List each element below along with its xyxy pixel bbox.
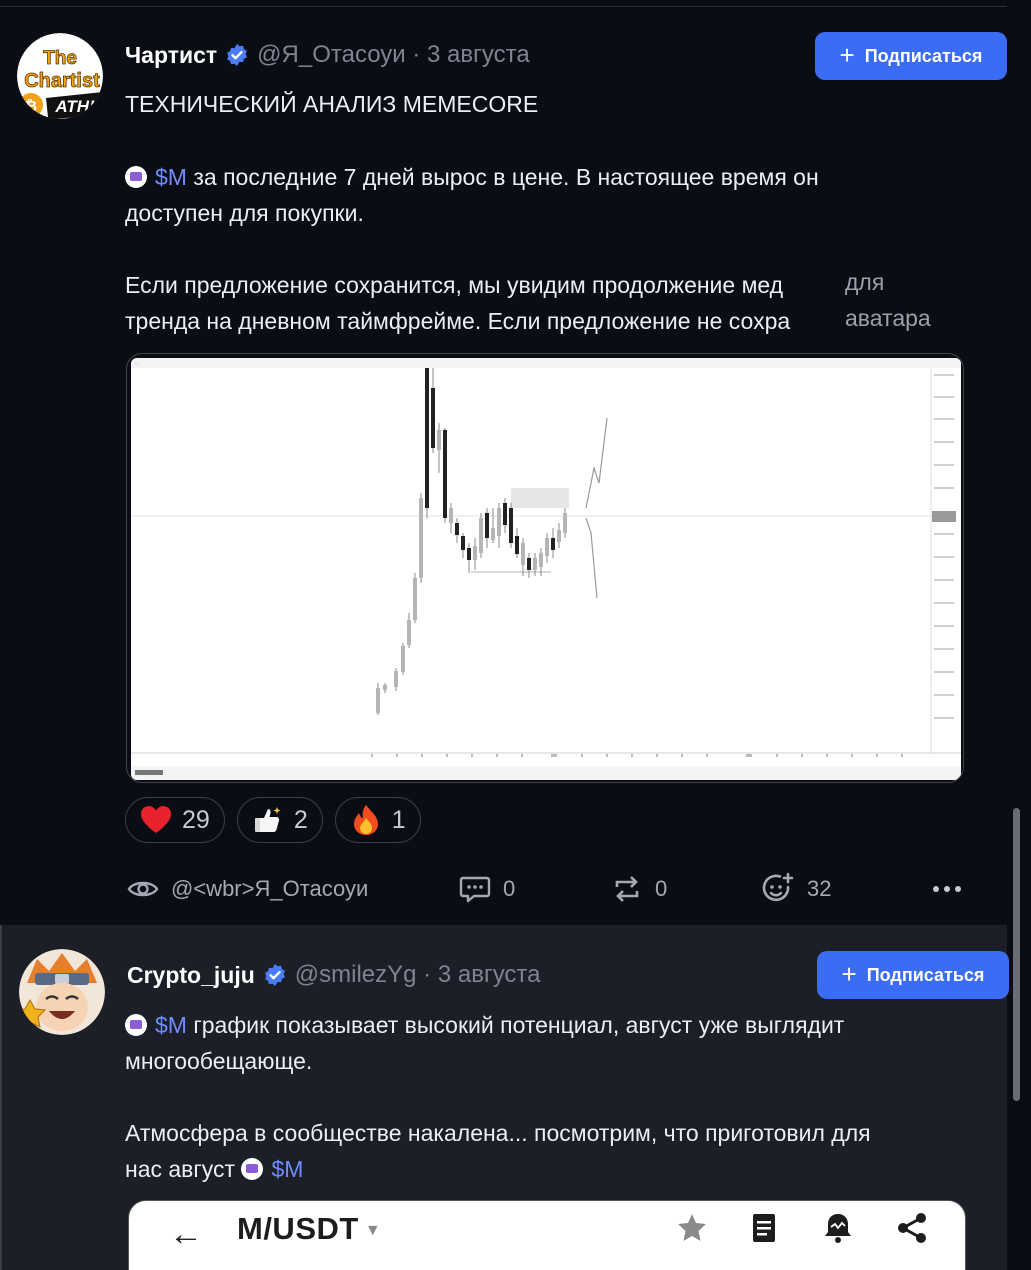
ticker-link[interactable]: $M xyxy=(155,164,187,190)
post-paragraph-2: Если предложение сохранится, мы увидим п… xyxy=(125,272,784,298)
post-paragraph-1-line-2: доступен для покупки. xyxy=(125,200,364,226)
star-icon xyxy=(678,1214,706,1241)
post-title: ТЕХНИЧЕСКИЙ АНАЛИЗ MEMECORE xyxy=(125,91,539,117)
coin-icon xyxy=(125,166,147,188)
coin-icon xyxy=(125,1014,147,1036)
svg-text:₿: ₿ xyxy=(25,97,37,115)
avatar[interactable] xyxy=(19,949,105,1035)
post-header: Crypto_juju @smilezYg · 3 августа xyxy=(127,957,541,993)
post-paragraph-2-line-2: нас август $M xyxy=(125,1156,304,1182)
post-chartist: The Chartist ₿ ATH! Чартист @Я_Отасоуи ·… xyxy=(0,7,1007,925)
ticker-link[interactable]: $M xyxy=(155,1012,187,1038)
scrollbar[interactable] xyxy=(1013,808,1020,1101)
add-reaction-action[interactable]: 32 xyxy=(761,869,831,909)
coin-icon xyxy=(241,1158,264,1180)
follow-button[interactable]: + Подписаться xyxy=(815,32,1007,80)
comment-action[interactable]: 0 xyxy=(459,869,515,909)
follow-button-label: Подписаться xyxy=(866,964,985,985)
svg-text:⋯: ⋯ xyxy=(135,361,139,366)
add-emoji-icon xyxy=(762,872,794,902)
eye-icon xyxy=(127,881,159,897)
repost-icon xyxy=(615,876,639,902)
alert-bell-icon xyxy=(825,1214,851,1243)
views-action[interactable]: @<wbr>Я_Отасоуи xyxy=(127,869,368,909)
reaction-total-count: 32 xyxy=(807,876,832,901)
reaction-heart[interactable]: 29 xyxy=(125,797,225,843)
post-actions-bar: @<wbr>Я_Отасоуи 0 0 32 xyxy=(125,869,965,909)
chart-image[interactable]: ⋯ xyxy=(126,353,964,783)
notes-icon xyxy=(753,1214,775,1242)
more-options-button[interactable] xyxy=(932,869,962,909)
follow-button-label: Подписаться xyxy=(864,45,983,66)
reaction-count: 1 xyxy=(391,805,406,834)
verified-badge-icon xyxy=(225,43,249,67)
overlay-text-2: аватара xyxy=(841,305,931,332)
repost-count: 0 xyxy=(655,876,668,901)
reaction-count: 29 xyxy=(182,805,210,834)
more-dots-icon xyxy=(933,886,961,892)
post-paragraph-2: Атмосфера в сообществе накалена... посмо… xyxy=(125,1120,871,1146)
pair-title: M/USDT ▼ xyxy=(237,1211,382,1246)
reactions-bar: 29 2 1 xyxy=(125,797,421,843)
post-paragraph-1-line-2: многообещающе. xyxy=(125,1048,313,1074)
author-name[interactable]: Crypto_juju xyxy=(127,962,255,989)
svg-text:The: The xyxy=(43,48,77,69)
reaction-thumbs-up[interactable]: 2 xyxy=(236,797,323,843)
chart-screenshot: ⋯ xyxy=(131,358,961,780)
caret-down-icon: ▼ xyxy=(364,1222,382,1239)
comment-icon xyxy=(459,876,491,903)
fire-icon xyxy=(350,804,382,836)
svg-text:ATH!: ATH! xyxy=(54,97,95,116)
handle-and-date[interactable]: @Я_Отасоуи · 3 августа xyxy=(257,41,530,69)
repost-action[interactable]: 0 xyxy=(611,869,667,909)
post-header: Чартист @Я_Отасоуи · 3 августа xyxy=(125,37,530,73)
post-paragraph-1: $M график показывает высокий потенциал, … xyxy=(125,1007,844,1043)
candlestick-chart-graphic: ⋯ xyxy=(131,358,961,780)
attached-screenshot[interactable]: ← M/USDT ▼ xyxy=(128,1200,966,1270)
post-paragraph-1: $M за последние 7 дней вырос в цене. В н… xyxy=(125,159,819,195)
comment-count: 0 xyxy=(503,876,516,901)
follow-button[interactable]: + Подписаться xyxy=(817,951,1009,999)
verified-badge-icon xyxy=(263,963,287,987)
post-paragraph-2-line-2: тренда на дневном таймфрейме. Если предл… xyxy=(125,308,791,334)
plus-icon: + xyxy=(839,39,855,70)
post-crypto-juju: Crypto_juju @smilezYg · 3 августа + Подп… xyxy=(0,925,1009,1270)
thumbs-up-icon xyxy=(252,804,284,836)
views-label: @<wbr>Я_Отасоуи xyxy=(171,876,369,901)
reaction-count: 2 xyxy=(293,805,308,834)
author-name[interactable]: Чартист xyxy=(125,42,217,69)
handle-and-date[interactable]: @smilezYg · 3 августа xyxy=(295,961,541,989)
avatar[interactable]: The Chartist ₿ ATH! xyxy=(17,33,103,119)
back-arrow-icon: ← xyxy=(169,1215,203,1253)
reaction-fire[interactable]: 1 xyxy=(334,797,421,843)
heart-icon xyxy=(140,804,172,836)
share-icon xyxy=(898,1213,926,1243)
ticker-link[interactable]: $M xyxy=(271,1156,303,1182)
svg-text:Chartist: Chartist xyxy=(24,70,100,92)
plus-icon: + xyxy=(841,958,857,989)
overlay-text: для xyxy=(841,269,885,296)
